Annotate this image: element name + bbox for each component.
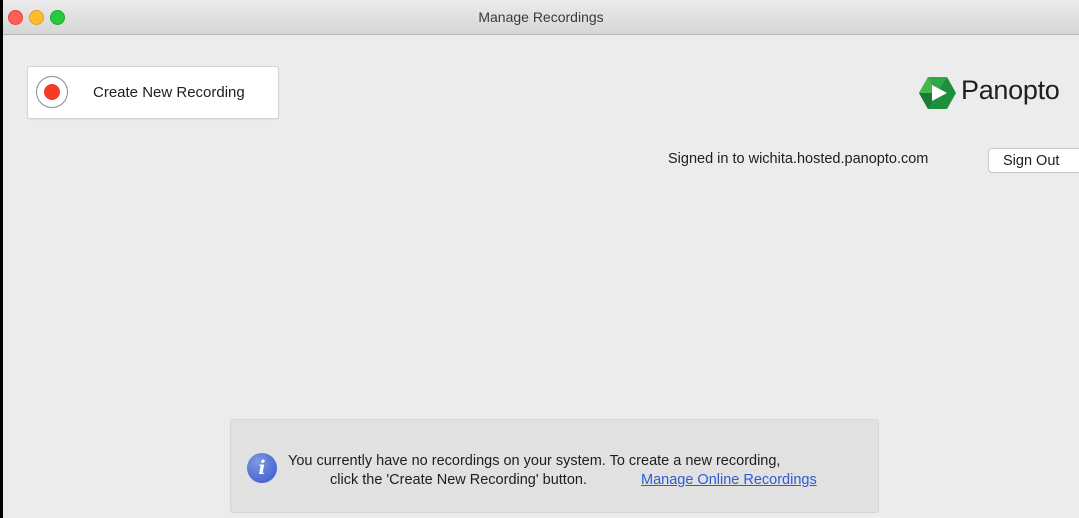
info-icon: i: [247, 453, 277, 483]
title-bar: Manage Recordings: [3, 0, 1079, 35]
window-title: Manage Recordings: [478, 9, 604, 25]
create-new-recording-label: Create New Recording: [93, 84, 245, 101]
panopto-wordmark: Panopto: [961, 75, 1060, 105]
info-message-line1: You currently have no recordings on your…: [288, 453, 781, 469]
info-message-line2: click the 'Create New Recording' button.: [330, 472, 587, 488]
signed-in-status: Signed in to wichita.hosted.panopto.com: [668, 151, 929, 167]
panopto-logo-icon: [919, 77, 956, 109]
manage-online-recordings-link[interactable]: Manage Online Recordings: [641, 472, 817, 488]
sign-out-button[interactable]: Sign Out: [988, 148, 1079, 173]
manage-recordings-window: Manage Recordings Create New Recording P…: [3, 0, 1079, 518]
create-new-recording-button[interactable]: Create New Recording: [27, 66, 279, 119]
record-icon: [36, 76, 68, 108]
no-recordings-info-panel: i You currently have no recordings on yo…: [230, 419, 879, 513]
